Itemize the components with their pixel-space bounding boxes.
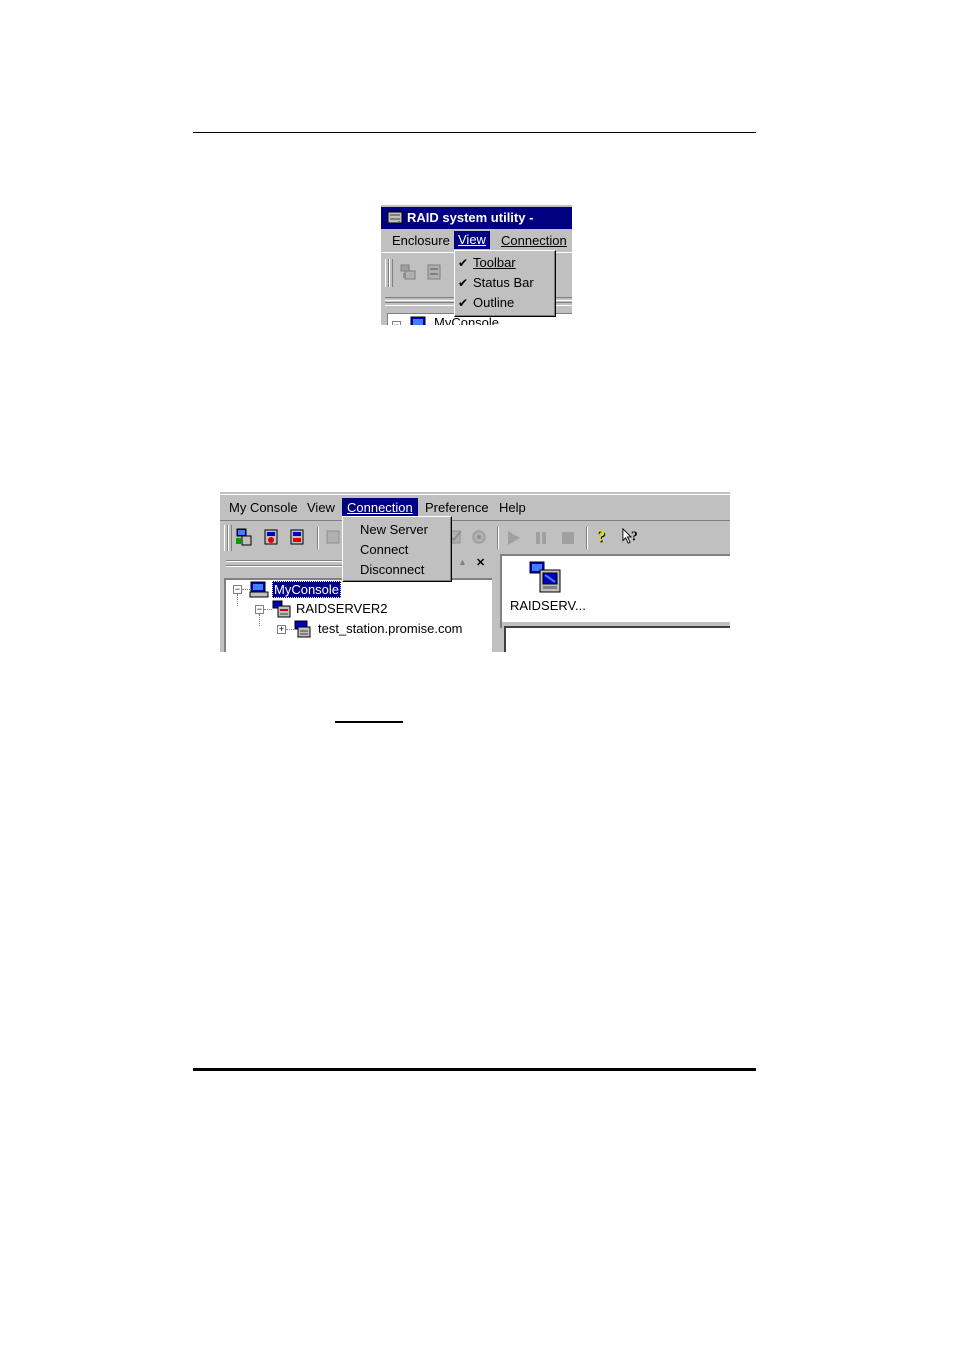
menu-item-outline-label: Outline: [473, 295, 515, 310]
title-bar: RAID system utility -: [381, 207, 572, 229]
context-help-icon[interactable]: ?: [620, 527, 642, 545]
tree-line: [259, 614, 260, 626]
tree-line: [264, 609, 272, 610]
underline-stub: [335, 721, 403, 723]
pane-splitter[interactable]: [492, 554, 500, 652]
collapse-icon[interactable]: −: [233, 585, 242, 594]
expand-icon[interactable]: +: [277, 625, 286, 634]
screenshot-view-menu: RAID system utility - Enclosure View Con…: [381, 205, 572, 325]
disconnect-icon[interactable]: [288, 528, 306, 546]
menu-preference[interactable]: Preference: [425, 500, 489, 515]
right-pane: RAIDSERV...: [500, 554, 730, 628]
toolbar-grip[interactable]: [228, 525, 232, 551]
console-icon: [249, 581, 269, 598]
stop-icon[interactable]: [559, 529, 577, 547]
menu-view[interactable]: View: [307, 500, 335, 515]
server-large-icon: [529, 561, 561, 593]
help-icon[interactable]: ? ?: [594, 527, 612, 545]
check-icon: ✔: [458, 296, 469, 310]
connection-dropdown-menu: New Server Connect Disconnect: [342, 516, 452, 582]
svg-text:?: ?: [597, 527, 606, 545]
console-icon: [410, 316, 426, 325]
sync-icon[interactable]: [470, 528, 488, 546]
toolbar-separator: [317, 527, 319, 549]
menu-connection[interactable]: Connection: [501, 233, 567, 248]
menu-item-new-server[interactable]: New Server: [360, 522, 428, 537]
tree-view[interactable]: − MyConsole − RAIDSERVER2 + test_station…: [224, 578, 492, 652]
check-icon: ✔: [458, 276, 469, 290]
tree-node-label: test_station.promise.com: [318, 621, 463, 636]
enclosure-icon: [294, 620, 311, 638]
window-title: RAID system utility -: [407, 210, 534, 225]
server-icon[interactable]: [399, 263, 417, 281]
bottom-rule: [193, 1068, 756, 1071]
server-icon: [272, 600, 291, 618]
collapse-icon[interactable]: −: [392, 321, 401, 325]
check-icon: ✔: [458, 256, 469, 270]
toolbar: ? ? ?: [220, 520, 730, 555]
menu-my-console[interactable]: My Console: [229, 500, 298, 515]
menu-item-disconnect[interactable]: Disconnect: [360, 562, 424, 577]
add-server-icon[interactable]: [235, 528, 253, 546]
screenshot-connection-menu: My Console View Connection Preference He…: [220, 492, 730, 652]
server-item-label: RAIDSERV...: [510, 598, 586, 613]
pause-icon[interactable]: [532, 529, 550, 547]
view-dropdown-menu: ✔ Toolbar ✔ Status Bar ✔ Outline: [454, 250, 556, 317]
tree-line: [237, 594, 238, 606]
lower-pane-frame: [502, 622, 730, 652]
menu-connection[interactable]: Connection: [342, 498, 418, 517]
toolbar-separator: [586, 527, 588, 549]
settings-icon[interactable]: [324, 528, 342, 546]
play-icon[interactable]: [504, 529, 522, 547]
collapse-icon[interactable]: −: [255, 605, 264, 614]
menu-bar: My Console View Connection Preference He…: [220, 494, 730, 519]
top-rule: [193, 132, 756, 133]
menu-connection-label: Connection: [347, 500, 413, 515]
menu-item-toolbar-label: Toolbar: [473, 255, 516, 270]
tree-node-label: MyConsole: [272, 581, 342, 598]
enclosure-icon[interactable]: [425, 263, 443, 281]
menu-connection-label: Connection: [501, 233, 567, 248]
tree-node-label: RAIDSERVER2: [296, 601, 388, 616]
menu-view-label: View: [458, 232, 486, 247]
toolbar-separator: [497, 527, 499, 549]
menu-bar: Enclosure View Connection: [381, 229, 572, 251]
svg-text:?: ?: [631, 529, 638, 544]
menu-view[interactable]: View: [454, 231, 490, 249]
menu-help[interactable]: Help: [499, 500, 526, 515]
app-icon: [387, 211, 403, 224]
lower-pane[interactable]: [504, 626, 730, 652]
connect-icon[interactable]: [262, 528, 280, 546]
menu-enclosure[interactable]: Enclosure: [392, 233, 450, 248]
pane-collapse-icon[interactable]: ▲: [458, 557, 467, 567]
menu-item-connect[interactable]: Connect: [360, 542, 408, 557]
toolbar-grip[interactable]: [389, 259, 393, 287]
pane-close-icon[interactable]: ✕: [476, 556, 485, 569]
menu-item-status-bar-label: Status Bar: [473, 275, 534, 290]
